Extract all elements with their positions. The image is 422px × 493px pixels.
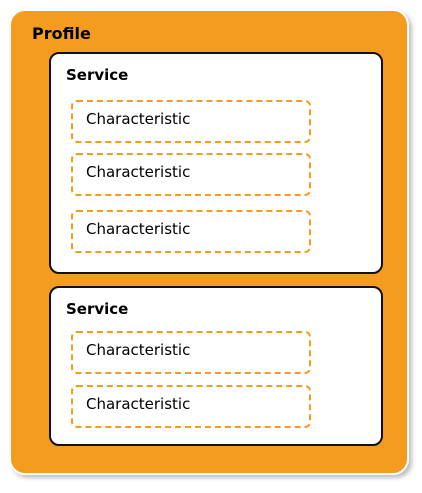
characteristic-box: Characteristic (71, 385, 311, 428)
characteristic-label: Characteristic (86, 395, 191, 413)
characteristic-label: Characteristic (86, 220, 191, 238)
characteristic-box: Characteristic (71, 153, 311, 196)
characteristic-box: Characteristic (71, 100, 311, 143)
characteristic-label: Characteristic (86, 110, 191, 128)
profile-title: Profile (32, 24, 91, 43)
characteristic-label: Characteristic (86, 341, 191, 359)
characteristic-box: Characteristic (71, 210, 311, 253)
characteristic-box: Characteristic (71, 331, 311, 374)
profile-container: Profile Service Characteristic Character… (9, 9, 409, 475)
service-title-2: Service (66, 300, 129, 318)
service-box-1: Service Characteristic Characteristic Ch… (49, 52, 383, 274)
service-title-1: Service (66, 66, 129, 84)
service-box-2: Service Characteristic Characteristic (49, 286, 383, 446)
characteristic-label: Characteristic (86, 163, 191, 181)
